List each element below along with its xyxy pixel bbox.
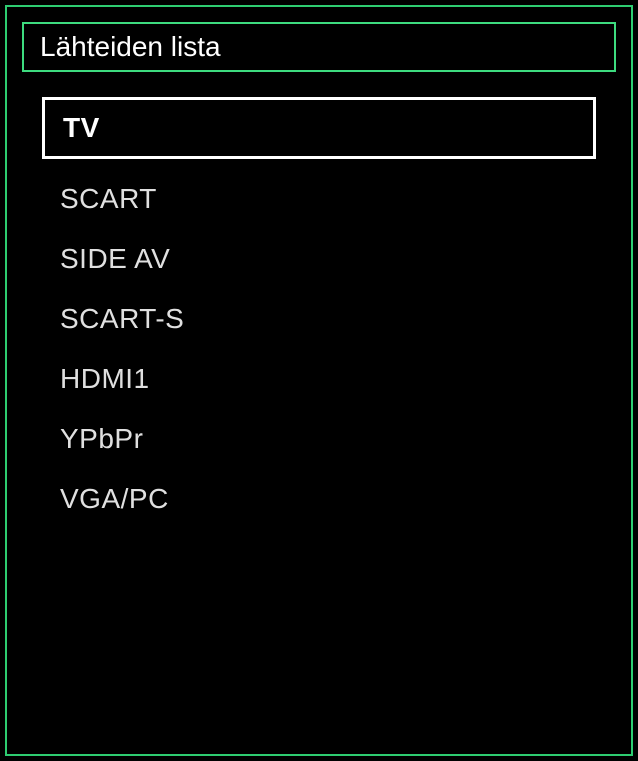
source-item-vga-pc[interactable]: VGA/PC bbox=[42, 473, 596, 525]
source-item-side-av[interactable]: SIDE AV bbox=[42, 233, 596, 285]
menu-title: Lähteiden lista bbox=[40, 31, 221, 63]
source-label: SIDE AV bbox=[60, 243, 170, 274]
source-label: VGA/PC bbox=[60, 483, 169, 514]
source-list: TV SCART SIDE AV SCART-S HDMI1 YPbPr VGA… bbox=[42, 97, 596, 734]
source-label: TV bbox=[63, 112, 100, 143]
source-label: HDMI1 bbox=[60, 363, 150, 394]
source-label: SCART bbox=[60, 183, 157, 214]
title-bar: Lähteiden lista bbox=[22, 22, 616, 72]
source-label: YPbPr bbox=[60, 423, 143, 454]
source-item-tv[interactable]: TV bbox=[42, 97, 596, 159]
source-label: SCART-S bbox=[60, 303, 184, 334]
menu-frame: Lähteiden lista TV SCART SIDE AV SCART-S… bbox=[5, 5, 633, 756]
source-item-scart-s[interactable]: SCART-S bbox=[42, 293, 596, 345]
source-item-hdmi1[interactable]: HDMI1 bbox=[42, 353, 596, 405]
source-item-ypbpr[interactable]: YPbPr bbox=[42, 413, 596, 465]
source-item-scart[interactable]: SCART bbox=[42, 173, 596, 225]
